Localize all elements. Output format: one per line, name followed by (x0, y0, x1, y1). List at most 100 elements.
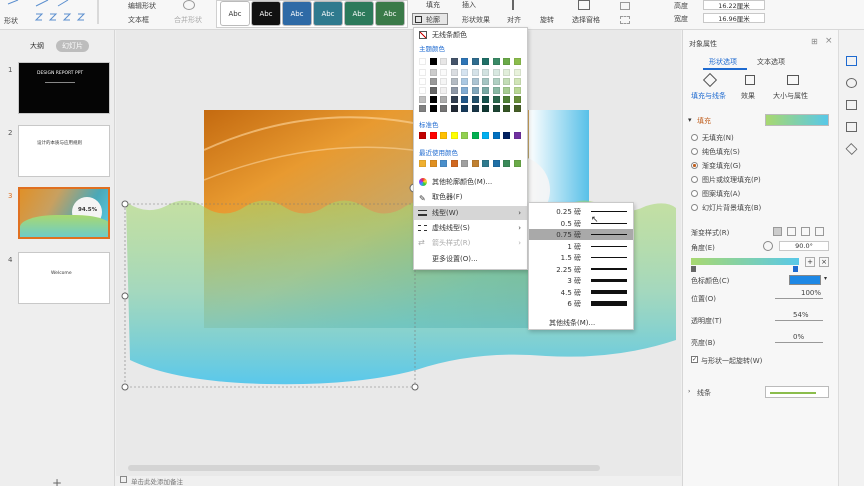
color-swatch[interactable] (503, 78, 510, 85)
color-swatch[interactable] (482, 105, 489, 112)
color-swatch[interactable] (440, 87, 447, 94)
color-swatch[interactable] (429, 132, 437, 139)
color-swatch[interactable] (482, 132, 489, 139)
resize-handle[interactable] (411, 383, 419, 391)
line-section-chevron-icon[interactable]: › (688, 388, 690, 395)
line-weight-option[interactable]: 3 磅 (529, 275, 633, 286)
line-weight-option[interactable]: 2.25 磅 (529, 264, 633, 275)
transparency-value[interactable]: 54% (793, 311, 809, 319)
fill-preview-dropdown[interactable] (765, 114, 829, 126)
color-swatch[interactable] (461, 87, 468, 94)
color-swatch[interactable] (419, 105, 426, 112)
color-swatch[interactable] (450, 132, 458, 139)
shape-style-icon[interactable] (846, 78, 857, 88)
width-input[interactable]: 16.96厘米 (703, 13, 765, 23)
dash-type-item[interactable]: 虚线线型(S) › (414, 221, 527, 235)
color-swatch[interactable] (482, 160, 489, 167)
color-swatch[interactable] (461, 78, 468, 85)
gradient-stop[interactable] (793, 266, 798, 272)
style-swatch[interactable]: Abc (375, 1, 405, 26)
color-swatch[interactable] (429, 105, 437, 112)
color-swatch[interactable] (461, 96, 468, 103)
color-swatch[interactable] (471, 78, 479, 85)
slide-thumbnail-1[interactable]: DESIGN REPORT PPT (18, 62, 110, 114)
color-swatch[interactable] (461, 132, 468, 139)
color-swatch[interactable] (419, 69, 426, 76)
line-weight-option[interactable]: 0.5 磅 (529, 218, 633, 229)
color-swatch[interactable] (513, 96, 521, 103)
notes-placeholder[interactable]: 单击此处添加备注 (131, 476, 183, 486)
color-swatch[interactable] (471, 160, 479, 167)
gradient-style-linear[interactable] (773, 227, 782, 236)
color-swatch[interactable] (513, 69, 521, 76)
outline-button[interactable]: 轮廓 (412, 13, 448, 25)
color-swatch[interactable] (492, 132, 500, 139)
fill-option-radio[interactable] (691, 162, 698, 169)
color-swatch[interactable] (482, 58, 489, 65)
color-swatch[interactable] (513, 160, 521, 167)
color-swatch[interactable] (482, 87, 489, 94)
line-weight-option[interactable]: 1 磅 (529, 241, 633, 252)
color-swatch[interactable] (482, 96, 489, 103)
fill-option-radio[interactable] (691, 134, 698, 141)
color-swatch[interactable] (440, 105, 447, 112)
color-swatch[interactable] (419, 87, 426, 94)
color-swatch[interactable] (482, 69, 489, 76)
add-stop-icon[interactable]: + (805, 257, 815, 267)
color-swatch[interactable] (450, 69, 458, 76)
eyedropper-item[interactable]: ✎ 取色器(F) (414, 190, 527, 204)
gradient-bar[interactable] (691, 258, 799, 265)
no-outline-item[interactable]: 无线条颜色 (414, 28, 527, 42)
position-value[interactable]: 100% (801, 289, 821, 297)
style-swatch[interactable]: Abc (220, 1, 250, 26)
line-weight-option[interactable]: 6 磅 (529, 298, 633, 309)
color-swatch[interactable] (419, 160, 426, 167)
color-swatch[interactable] (440, 160, 447, 167)
gradient-style-radial[interactable] (787, 227, 796, 236)
tab-size-property[interactable]: 大小与属性 (773, 91, 808, 101)
line-weight-option[interactable]: 1.5 磅 (529, 252, 633, 263)
resize-handle[interactable] (121, 383, 129, 391)
color-swatch[interactable] (492, 96, 500, 103)
color-swatch[interactable] (471, 69, 479, 76)
color-swatch[interactable] (482, 78, 489, 85)
copy-icon[interactable] (846, 100, 857, 110)
resize-handle[interactable] (121, 200, 129, 208)
gradient-style-rect[interactable] (801, 227, 810, 236)
tab-text-options[interactable]: 文本选项 (757, 57, 785, 67)
color-swatch[interactable] (450, 58, 458, 65)
rotate-checkbox[interactable]: ✓ (691, 356, 698, 363)
stop-color-picker[interactable] (789, 275, 821, 285)
fill-option-radio[interactable] (691, 176, 698, 183)
fill-section-title[interactable]: 填充 (697, 116, 711, 126)
cube-icon[interactable] (845, 143, 858, 155)
color-swatch[interactable] (450, 96, 458, 103)
color-swatch[interactable] (429, 87, 437, 94)
resize-handle[interactable] (121, 292, 129, 300)
other-lines-item[interactable]: 其他线条(M)... (549, 318, 595, 328)
height-input[interactable]: 16.22厘米 (703, 0, 765, 10)
slide-thumbnail-4[interactable]: Welcome (18, 252, 110, 304)
color-swatch[interactable] (492, 87, 500, 94)
properties-icon[interactable] (846, 56, 857, 66)
line-weight-option[interactable]: 0.25 磅 (529, 206, 633, 217)
position-slider[interactable] (775, 298, 823, 299)
color-swatch[interactable] (429, 58, 437, 65)
line-weight-item[interactable]: 线型(W) › (414, 206, 527, 220)
color-swatch[interactable] (450, 87, 458, 94)
transparency-slider[interactable] (775, 320, 823, 321)
color-swatch[interactable] (471, 105, 479, 112)
merge-shape-button[interactable]: 合并形状 (174, 15, 202, 25)
color-swatch[interactable] (492, 69, 500, 76)
color-swatch[interactable] (492, 58, 500, 65)
color-swatch[interactable] (429, 69, 437, 76)
align-button[interactable]: 对齐 (507, 15, 521, 25)
close-icon[interactable]: × (825, 36, 833, 46)
add-slide-icon[interactable]: + (52, 476, 62, 486)
color-swatch[interactable] (450, 78, 458, 85)
color-swatch[interactable] (461, 58, 468, 65)
textbox-button[interactable]: 文本框 (128, 15, 149, 25)
shape-button[interactable]: 形状 (4, 16, 18, 26)
tab-outline[interactable]: 大纲 (24, 40, 50, 52)
slide-thumbnail-2[interactable]: 设计的本质与应用规则 (18, 125, 110, 177)
